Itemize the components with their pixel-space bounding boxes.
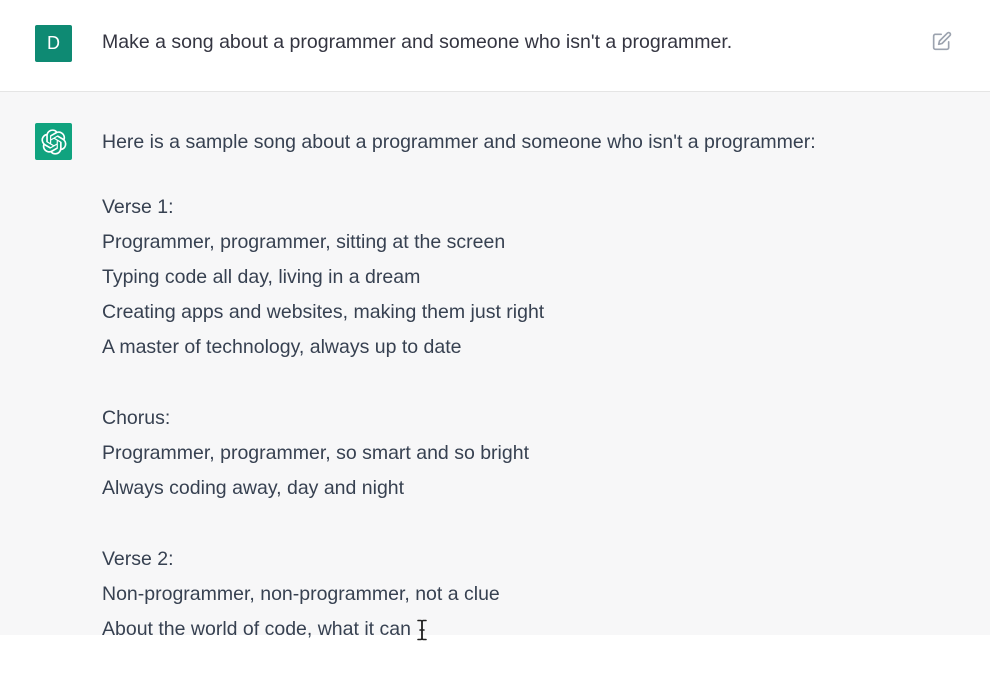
stanza-chorus: Chorus: Programmer, programmer, so smart… xyxy=(102,401,962,506)
lyric-line: Creating apps and websites, making them … xyxy=(102,301,545,323)
assistant-avatar xyxy=(35,123,72,160)
user-message-row: D Make a song about a programmer and som… xyxy=(0,0,990,92)
lyric-line: Always coding away, day and night xyxy=(102,477,405,499)
stanza-verse-2: Verse 2: Non-programmer, non-programmer,… xyxy=(102,542,962,647)
stanza-verse-1: Verse 1: Programmer, programmer, sitting… xyxy=(102,190,962,365)
lyric-line: Typing code all day, living in a dream xyxy=(102,266,421,288)
user-avatar: D xyxy=(35,25,72,62)
lyric-line-text: About the world of code, what it can xyxy=(102,618,411,640)
assistant-message-row: Here is a sample song about a programmer… xyxy=(0,92,990,641)
lyric-line: Programmer, programmer, sitting at the s… xyxy=(102,231,506,253)
stanza-heading: Verse 1: xyxy=(102,196,174,218)
lyric-line: Non-programmer, non-programmer, not a cl… xyxy=(102,583,500,605)
lyric-line: A master of technology, always up to dat… xyxy=(102,336,462,358)
edit-message-button[interactable] xyxy=(930,29,954,53)
openai-logo-icon xyxy=(40,128,66,155)
edit-icon xyxy=(932,31,952,51)
lyric-line-last: About the world of code, what it can xyxy=(102,612,962,647)
lyric-line: Programmer, programmer, so smart and so … xyxy=(102,442,529,464)
user-avatar-letter: D xyxy=(47,33,60,53)
text-cursor-icon xyxy=(417,619,427,641)
assistant-reply: Here is a sample song about a programmer… xyxy=(102,130,962,683)
reply-intro: Here is a sample song about a programmer… xyxy=(102,131,816,153)
user-message-text: Make a song about a programmer and someo… xyxy=(102,31,733,53)
stanza-heading: Verse 2: xyxy=(102,548,174,570)
stanza-heading: Chorus: xyxy=(102,407,171,429)
